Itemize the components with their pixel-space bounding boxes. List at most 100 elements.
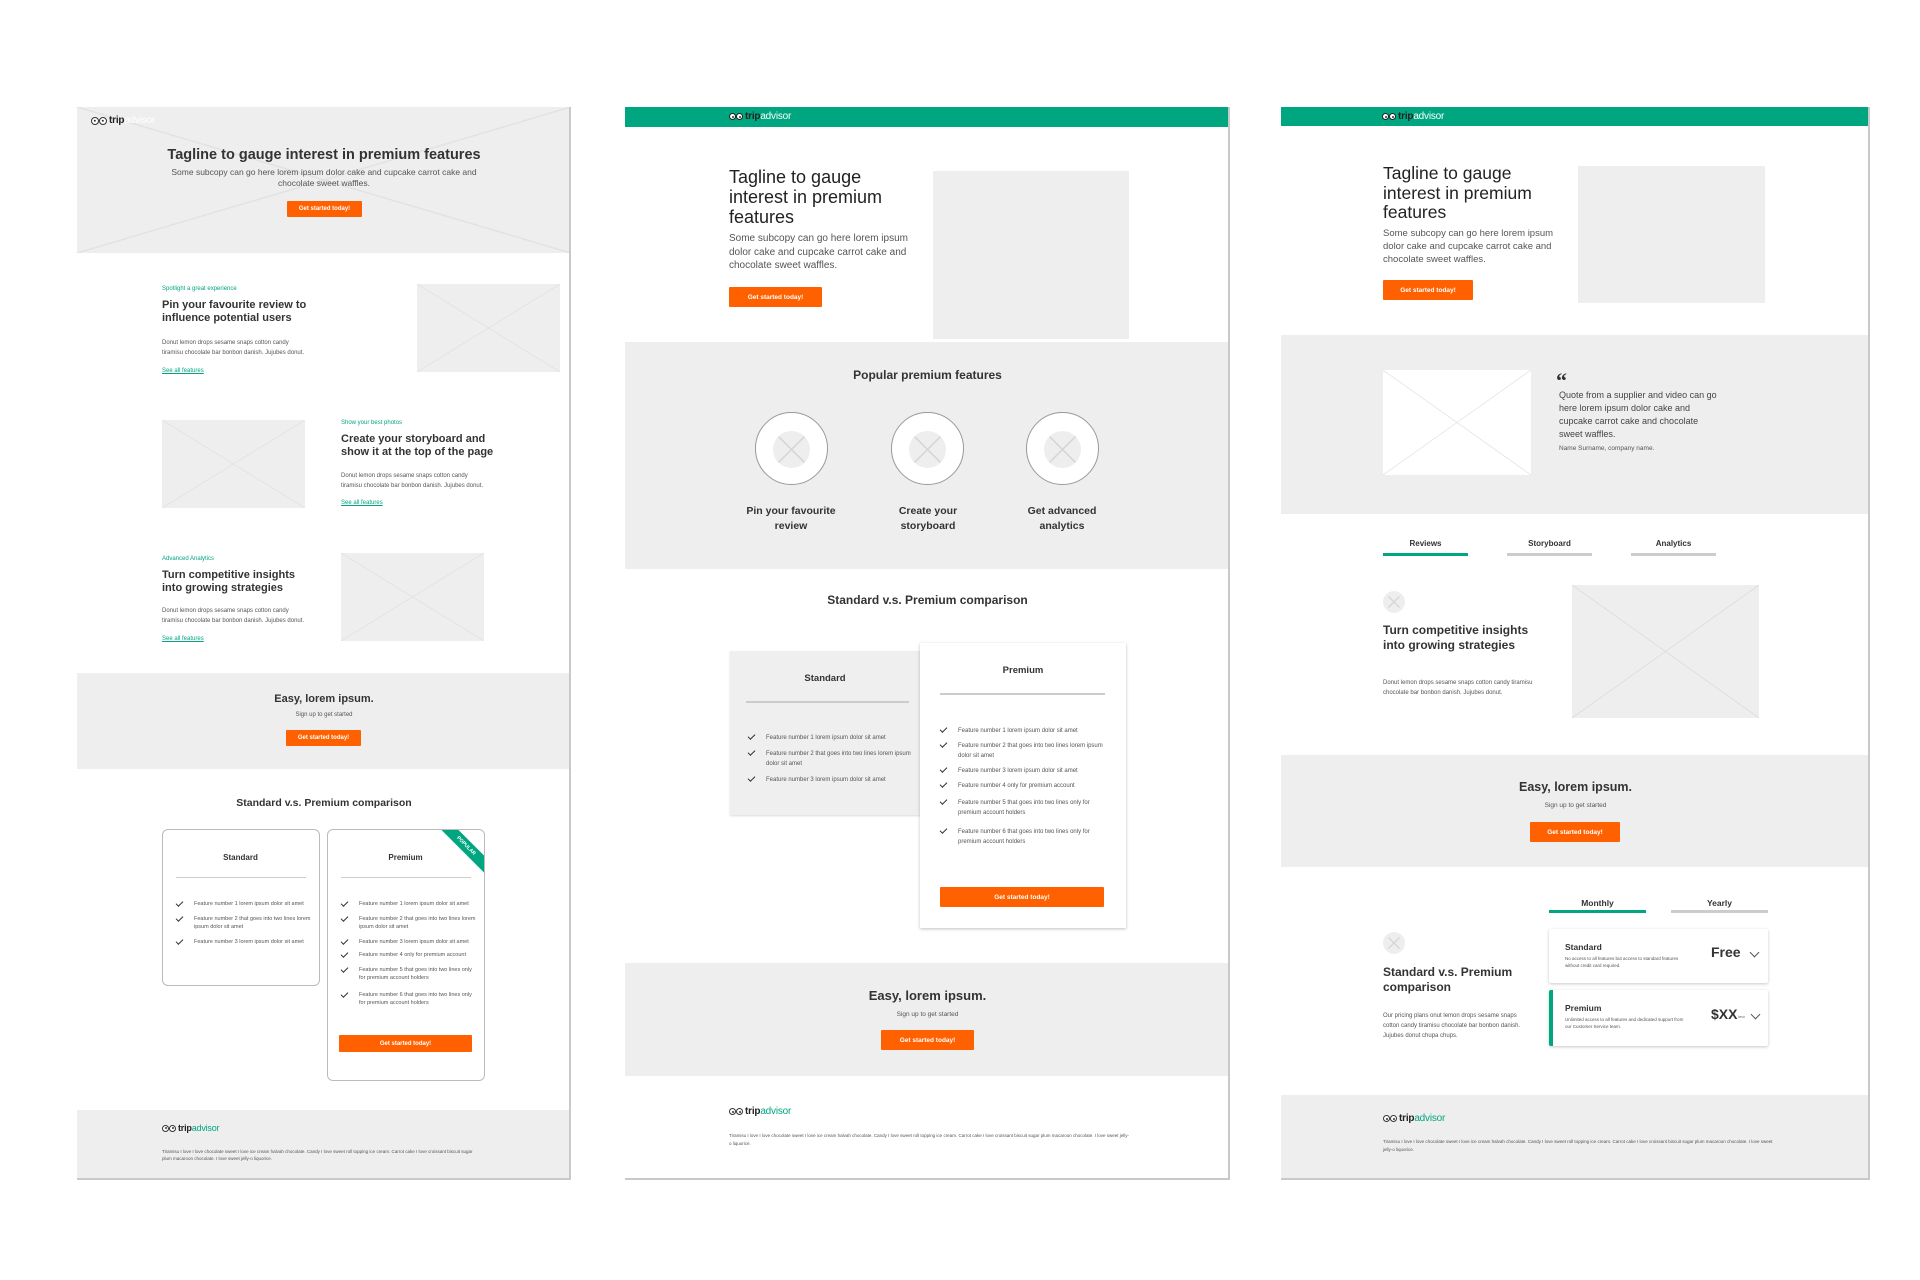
tab-analytics-indicator	[1631, 553, 1716, 556]
divider	[940, 693, 1105, 695]
feature-label: Create your storyboard	[898, 505, 958, 532]
tab-content-body: Donut lemon drops sesame snaps cotton ca…	[1383, 680, 1533, 696]
plan-name: Standard	[804, 673, 846, 684]
header-bar: trip advisor	[625, 107, 1228, 127]
feature-icon-circle	[755, 412, 828, 485]
signup-section: Easy, lorem ipsum. Sign up to get starte…	[1281, 755, 1868, 867]
plan-name: Premium	[1002, 665, 1044, 676]
plan-description: No access to all features but access to …	[1565, 956, 1679, 968]
feature-item: Feature number 3 lorem ipsum dolor sit a…	[939, 765, 1110, 776]
tripadvisor-logo[interactable]: trip advisor	[91, 115, 155, 126]
get-started-button[interactable]: Get started today!	[1383, 280, 1473, 300]
tab-storyboard[interactable]: Storyboard	[1507, 539, 1592, 548]
get-started-button[interactable]: Get started today!	[729, 287, 822, 307]
feature-eyebrow: Advanced Analytics	[162, 556, 215, 562]
owl-icon	[162, 1124, 176, 1132]
get-started-button[interactable]: Get started today!	[940, 887, 1104, 907]
get-started-button[interactable]: Get started today!	[287, 201, 362, 217]
check-icon	[340, 950, 349, 958]
tripadvisor-logo[interactable]: trip advisor	[162, 1123, 220, 1133]
get-started-button[interactable]: Get started today!	[339, 1035, 472, 1052]
see-all-features-link[interactable]: See all features	[162, 368, 204, 374]
standard-plan-option[interactable]: Standard No access to all features but a…	[1549, 929, 1768, 983]
feature-item: Feature number 1 lorem ipsum dolor sit a…	[175, 899, 311, 908]
tab-reviews[interactable]: Reviews	[1383, 539, 1468, 548]
feature-icon-circle	[1026, 412, 1099, 485]
hero-subcopy: Some subcopy can go here lorem ipsum dol…	[171, 167, 477, 188]
tab-content-title: Turn competitive insights into growing s…	[1383, 623, 1529, 652]
feature-item: Feature number 5 that goes into two line…	[939, 797, 1110, 818]
feature-list: Feature number 1 lorem ipsum dolor sit a…	[939, 725, 1110, 847]
check-icon	[747, 732, 756, 740]
wireframe-version-1: trip advisor Tagline to gauge interest in…	[77, 107, 571, 1180]
footer-text: Tiramisu I love I love chocolate sweet I…	[1383, 1139, 1773, 1152]
pricing-icon	[1383, 932, 1405, 954]
footer: trip advisor Tiramisu I love I love choco…	[1281, 1095, 1868, 1178]
see-all-features-link[interactable]: See all features	[341, 500, 383, 506]
get-started-button[interactable]: Get started today!	[286, 730, 361, 746]
hero-subcopy: Some subcopy can go here lorem ipsum dol…	[1383, 228, 1554, 265]
feature-item: Feature number 5 that goes into two line…	[340, 965, 476, 982]
chevron-down-icon[interactable]	[1750, 1009, 1761, 1020]
feature-label: Get advanced analytics	[1027, 505, 1097, 532]
see-all-features-link[interactable]: See all features	[162, 636, 204, 642]
signup-title: Easy, lorem ipsum.	[274, 693, 374, 705]
plan-name: Standard	[1565, 942, 1602, 952]
tripadvisor-logo[interactable]: trip advisor	[1382, 111, 1444, 122]
check-icon	[340, 899, 349, 907]
standard-plan-card: Standard Feature number 1 lorem ipsum do…	[730, 651, 920, 815]
tab-content-icon	[1383, 591, 1405, 613]
image-placeholder	[341, 553, 484, 641]
tripadvisor-logo[interactable]: trip advisor	[729, 111, 791, 122]
owl-icon	[729, 113, 743, 120]
feature-body: Donut lemon drops sesame snaps cotton ca…	[341, 473, 484, 489]
check-icon	[939, 797, 948, 805]
wireframe-version-3: trip advisor Tagline to gauge interest in…	[1281, 107, 1870, 1180]
video-placeholder[interactable]	[1383, 370, 1531, 475]
divider	[746, 701, 909, 703]
plan-name: Standard	[223, 853, 258, 862]
feature-item: Feature number 6 that goes into two line…	[340, 990, 476, 1007]
tripadvisor-logo[interactable]: trip advisor	[729, 1106, 791, 1117]
check-icon	[747, 748, 756, 756]
check-icon	[939, 740, 948, 748]
get-started-button[interactable]: Get started today!	[881, 1030, 974, 1050]
feature-item: Feature number 1 lorem ipsum dolor sit a…	[747, 732, 913, 743]
premium-plan-card: POPULAR Premium Feature number 1 lorem i…	[327, 829, 485, 1081]
premium-plan-card: Premium Feature number 1 lorem ipsum dol…	[920, 643, 1126, 928]
feature-item: Feature number 2 that goes into two line…	[175, 914, 311, 931]
feature-item: Feature number 3 lorem ipsum dolor sit a…	[175, 937, 311, 946]
chevron-down-icon[interactable]	[1749, 947, 1760, 958]
footer: trip advisor Tiramisu I love I love choco…	[625, 1076, 1228, 1178]
feature-item: Feature number 1 lorem ipsum dolor sit a…	[340, 899, 476, 908]
feature-label: Pin your favourite review	[746, 505, 836, 532]
tripadvisor-logo[interactable]: trip advisor	[1383, 1113, 1445, 1124]
check-icon	[939, 780, 948, 788]
check-icon	[340, 990, 349, 998]
feature-list: Feature number 1 lorem ipsum dolor sit a…	[175, 899, 311, 946]
owl-icon	[1383, 1115, 1397, 1122]
tab-monthly[interactable]: Monthly	[1549, 898, 1646, 908]
hero-image-placeholder	[933, 171, 1129, 339]
tab-monthly-indicator	[1549, 910, 1646, 913]
feature-title: Turn competitive insights into growing s…	[162, 569, 296, 594]
signup-subtitle: Sign up to get started	[896, 1011, 959, 1018]
check-icon	[340, 914, 349, 922]
premium-plan-option[interactable]: Premium Unlimited access to all features…	[1549, 990, 1768, 1046]
check-icon	[747, 774, 756, 782]
testimonial-section: “ Quote from a supplier and video can go…	[1281, 335, 1868, 514]
plan-name: Premium	[388, 853, 423, 862]
tab-analytics[interactable]: Analytics	[1631, 539, 1716, 548]
feature-icon-circle	[891, 412, 964, 485]
feature-body: Donut lemon drops sesame snaps cotton ca…	[162, 340, 305, 356]
check-icon	[340, 937, 349, 945]
signup-title: Easy, lorem ipsum.	[868, 988, 987, 1003]
image-placeholder	[417, 284, 560, 372]
hero-title: Tagline to gauge interest in premium fea…	[729, 167, 883, 227]
tab-yearly[interactable]: Yearly	[1671, 898, 1768, 908]
feature-item: Feature number 4 only for premium accoun…	[939, 780, 1110, 791]
pricing-body: Our pricing plans onut lemon drops sesam…	[1383, 1013, 1521, 1039]
get-started-button[interactable]: Get started today!	[1530, 822, 1620, 842]
check-icon	[939, 826, 948, 834]
hero-subcopy: Some subcopy can go here lorem ipsum dol…	[729, 233, 908, 271]
